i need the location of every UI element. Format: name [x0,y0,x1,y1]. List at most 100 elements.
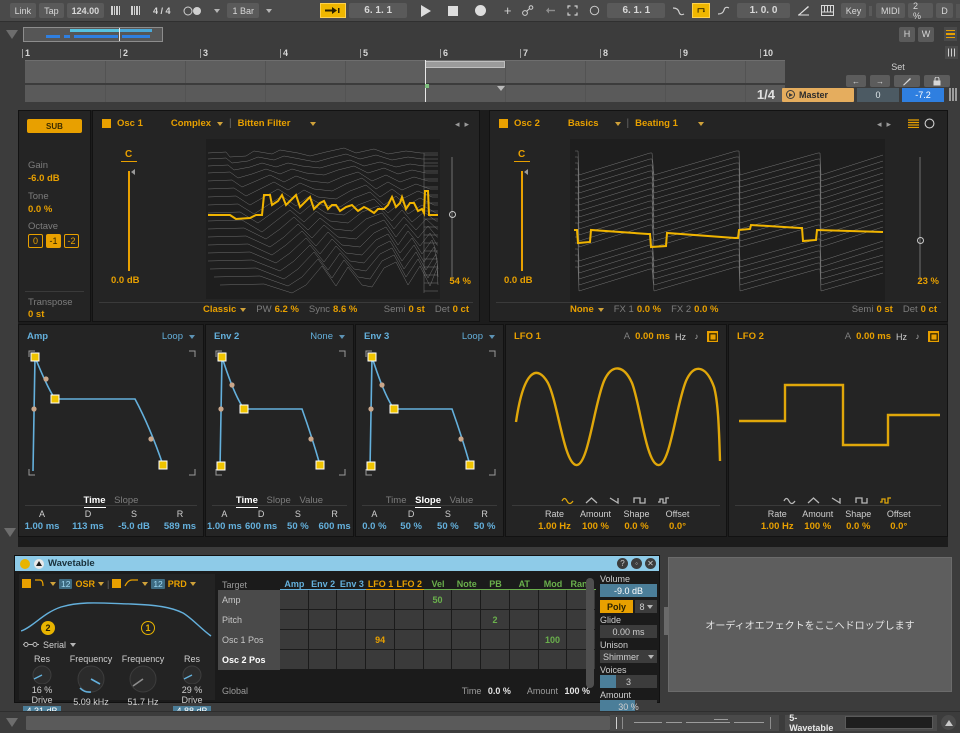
amp-attack-value[interactable]: 1.00 ms [19,521,65,532]
lfo2-shape-value[interactable]: 0.0 % [838,521,879,532]
matrix-scrollbar[interactable] [586,578,594,688]
osc1-sync-value[interactable]: 8.6 % [333,304,357,315]
chevron-down-icon[interactable] [142,581,149,586]
matrix-row-pitch[interactable]: Pitch [218,610,280,630]
filter1-freq-knob[interactable] [74,664,108,694]
square-shape-icon[interactable] [855,496,869,508]
key-map-button[interactable]: Key [840,3,867,18]
transpose-value[interactable]: 0 st [28,309,44,320]
matrix-time-value[interactable]: 0.0 % [488,686,511,696]
triangle-down-icon[interactable] [6,29,18,39]
matrix-cell[interactable] [280,650,309,670]
matrix-cell[interactable] [423,650,453,670]
list-view-icon[interactable] [908,119,919,131]
loop-button[interactable] [692,3,711,18]
filter-node-1[interactable]: 1 [141,621,155,635]
chevron-down-icon[interactable] [597,307,604,312]
osc1-enable-toggle[interactable] [102,119,111,128]
matrix-col-note[interactable]: Note [452,579,482,590]
osc2-category-select[interactable]: Basics [568,118,599,129]
osc1-wavetable-select[interactable]: Bitten Filter [238,118,291,129]
env3-release-value[interactable]: 50 % [466,521,503,532]
matrix-cell[interactable] [452,590,482,610]
lfo2-offset-value[interactable]: 0.0° [879,521,920,532]
voices-slider[interactable]: 3 [600,675,657,688]
chevron-down-icon[interactable] [50,581,56,586]
filter1-slope[interactable]: 12 [59,578,73,589]
loop-start-field[interactable]: 6. 1. 1 [607,3,666,18]
osc1-wavetable-display[interactable] [206,139,440,299]
audio-effect-drop-area[interactable]: オーディオエフェクトをここへドロップします [668,557,952,692]
filter2-slope[interactable]: 12 [151,578,165,589]
matrix-col-env2[interactable]: Env 2 [308,579,338,590]
tap-tempo-button[interactable]: Tap [39,3,64,18]
matrix-cell[interactable] [509,610,539,630]
device-fold-icon[interactable] [34,558,44,569]
osc1-gain-value[interactable]: 0.0 dB [111,275,140,286]
quantization-caret-icon[interactable] [262,3,276,18]
env2-decay-value[interactable]: 600 ms [243,521,280,532]
link-button[interactable]: Link [9,3,37,18]
hamburger-icon[interactable] [944,27,957,41]
matrix-cell[interactable]: 100 [538,630,568,650]
matrix-cell[interactable] [538,590,568,610]
punch-out-icon[interactable] [713,3,734,18]
master-volume-value[interactable]: -7.2 [902,87,944,102]
matrix-row-amp[interactable]: Amp [218,590,280,610]
metronome-icon-2[interactable] [127,3,144,18]
filter1-type[interactable]: OSR [75,579,95,589]
env3-attack-value[interactable]: 0.0 % [356,521,393,532]
env3-mode-select[interactable]: Loop [462,331,483,342]
chevron-down-icon[interactable] [189,581,196,586]
glide-value[interactable]: 0.00 ms [600,625,657,638]
matrix-cell[interactable] [423,630,453,650]
osc2-wavetable-display[interactable] [570,139,885,304]
midi-map-button[interactable]: MIDI [875,3,905,18]
prev-wavetable-button[interactable]: ◂ [455,119,460,130]
filter1-shape-icon[interactable] [34,578,47,589]
filter2-res-knob[interactable] [178,664,206,685]
osc1-semi-value[interactable]: 0 st [408,304,424,315]
track-overview-strip[interactable] [609,714,780,731]
chevron-down-icon[interactable] [217,121,224,126]
sub-octave-0[interactable]: 0 [28,234,43,248]
random-shape-icon[interactable] [657,496,671,508]
osc2-gain-slider[interactable] [521,171,523,271]
sub-octave-m2[interactable]: -2 [64,234,79,248]
matrix-cell[interactable] [481,590,510,610]
osc2-pitch-note[interactable]: C [518,149,525,160]
matrix-col-at[interactable]: AT [509,579,539,590]
follow-button[interactable] [320,3,347,18]
lfo2-rate-value[interactable]: 1.00 Hz [757,521,798,532]
filter1-enable-toggle[interactable] [22,579,31,588]
lfo2-waveform[interactable] [735,347,943,479]
master-pan-value[interactable]: 0 [857,87,899,102]
chevron-down-icon[interactable] [489,335,495,339]
matrix-cell[interactable] [366,610,395,630]
clip-marker-icon[interactable] [497,86,505,91]
help-button[interactable]: ? [617,558,628,569]
env3-graph[interactable] [362,347,499,479]
matrix-cell[interactable] [280,590,309,610]
sine-shape-icon[interactable] [561,496,575,508]
chevron-down-icon[interactable] [339,335,345,339]
triangle-down-icon[interactable] [4,528,16,537]
sub-toggle-button[interactable]: SUB [27,119,82,133]
record-button[interactable] [471,3,490,18]
osc1-gain-handle[interactable] [131,169,135,175]
fullscreen-icon[interactable] [563,3,582,18]
note-icon[interactable]: ♪ [691,331,702,342]
unison-mode-select[interactable]: Shimmer [600,650,657,663]
filter1-res-value[interactable]: 16 % [19,685,65,695]
filter1-res-knob[interactable] [28,664,56,685]
device-titlebar[interactable]: Wavetable [15,556,659,571]
saw-shape-icon[interactable] [831,496,845,508]
matrix-cell[interactable]: 2 [481,610,510,630]
matrix-cell[interactable] [394,610,424,630]
play-button[interactable] [417,3,435,18]
matrix-col-lfo2[interactable]: LFO 2 [394,579,424,590]
env3-sustain-value[interactable]: 50 % [430,521,467,532]
matrix-col-mod[interactable]: Mod [538,579,568,590]
loop-length-field[interactable]: 1. 0. 0 [737,3,790,18]
osc1-category-select[interactable]: Complex [171,118,211,129]
